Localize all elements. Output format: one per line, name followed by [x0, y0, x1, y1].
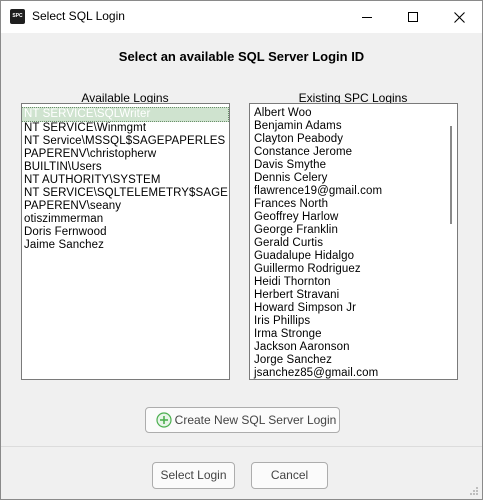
- existing-login-item[interactable]: Davis Smythe: [252, 159, 457, 172]
- existing-login-item[interactable]: Gerald Curtis: [252, 237, 457, 250]
- create-new-sql-login-button[interactable]: Create New SQL Server Login: [145, 407, 340, 433]
- existing-logins-scrollbar[interactable]: [447, 108, 455, 376]
- cancel-button[interactable]: Cancel: [251, 462, 328, 489]
- existing-login-item[interactable]: Guadalupe Hidalgo: [252, 250, 457, 263]
- existing-login-item[interactable]: Jackson Aaronson: [252, 341, 457, 354]
- existing-login-item[interactable]: Geoffrey Harlow: [252, 211, 457, 224]
- available-login-item[interactable]: PAPERENV\christopherw: [22, 148, 229, 161]
- existing-login-item[interactable]: Dennis Celery: [252, 172, 457, 185]
- existing-login-item[interactable]: Benjamin Adams: [252, 120, 457, 133]
- maximize-button[interactable]: [390, 1, 436, 33]
- dialog-heading: Select an available SQL Server Login ID: [118, 49, 365, 64]
- select-sql-login-dialog: SPC Select SQL Login Select an available…: [0, 0, 483, 500]
- existing-logins-list[interactable]: Albert Woo Benjamin Adams Clayton Peabody C…: [249, 103, 458, 380]
- title-bar[interactable]: SPC Select SQL Login: [1, 1, 482, 33]
- existing-login-item[interactable]: Albert Woo: [252, 107, 457, 120]
- available-login-item[interactable]: NT Service\MSSQL$SAGEPAPERLES: [22, 135, 229, 148]
- existing-login-item[interactable]: Guillermo Rodriguez: [252, 263, 457, 276]
- existing-login-item[interactable]: Frances North: [252, 198, 457, 211]
- available-login-item[interactable]: BUILTIN\Users: [22, 161, 229, 174]
- existing-login-item[interactable]: Irma Stronge: [252, 328, 457, 341]
- available-login-item[interactable]: Doris Fernwood: [22, 226, 229, 239]
- plus-circle-icon: [156, 412, 172, 428]
- minimize-icon: [362, 17, 372, 18]
- available-login-item[interactable]: Jaime Sanchez: [22, 239, 229, 252]
- close-icon: [454, 12, 465, 23]
- available-login-item[interactable]: otiszimmerman: [22, 213, 229, 226]
- available-login-item[interactable]: NT SERVICE\Winmgmt: [22, 122, 229, 135]
- select-button-label: Select Login: [160, 468, 227, 482]
- existing-login-item[interactable]: Heidi Thornton: [252, 276, 457, 289]
- existing-login-item[interactable]: Herbert Stravani: [252, 289, 457, 302]
- scroll-thumb[interactable]: [450, 126, 452, 224]
- create-button-label: Create New SQL Server Login: [174, 413, 337, 427]
- maximize-icon: [408, 12, 418, 22]
- existing-login-item[interactable]: George Franklin: [252, 224, 457, 237]
- existing-login-item[interactable]: Howard Simpson Jr: [252, 302, 457, 315]
- footer-divider: [1, 446, 482, 447]
- available-login-item[interactable]: NT SERVICE\SQLWriter: [22, 107, 229, 122]
- existing-login-item[interactable]: Iris Phillips: [252, 315, 457, 328]
- cancel-button-label: Cancel: [270, 468, 309, 482]
- close-button[interactable]: [436, 1, 482, 33]
- select-login-button[interactable]: Select Login: [152, 462, 235, 489]
- available-login-item[interactable]: NT AUTHORITY\SYSTEM: [22, 174, 229, 187]
- window-title: Select SQL Login: [32, 9, 125, 23]
- existing-login-item[interactable]: Clayton Peabody: [252, 133, 457, 146]
- app-icon: SPC: [10, 9, 25, 24]
- existing-login-item[interactable]: jsanchez85@gmail.com: [252, 367, 457, 379]
- minimize-button[interactable]: [344, 1, 390, 33]
- available-login-item[interactable]: PAPERENV\seany: [22, 200, 229, 213]
- available-login-item[interactable]: NT SERVICE\SQLTELEMETRY$SAGE: [22, 187, 229, 200]
- existing-login-item[interactable]: flawrence19@gmail.com: [252, 185, 457, 198]
- available-logins-list[interactable]: NT SERVICE\SQLWriter NT SERVICE\Winmgmt NT…: [21, 103, 230, 380]
- existing-login-item[interactable]: Constance Jerome: [252, 146, 457, 159]
- existing-login-item[interactable]: Jorge Sanchez: [252, 354, 457, 367]
- resize-grip-icon[interactable]: [469, 486, 479, 496]
